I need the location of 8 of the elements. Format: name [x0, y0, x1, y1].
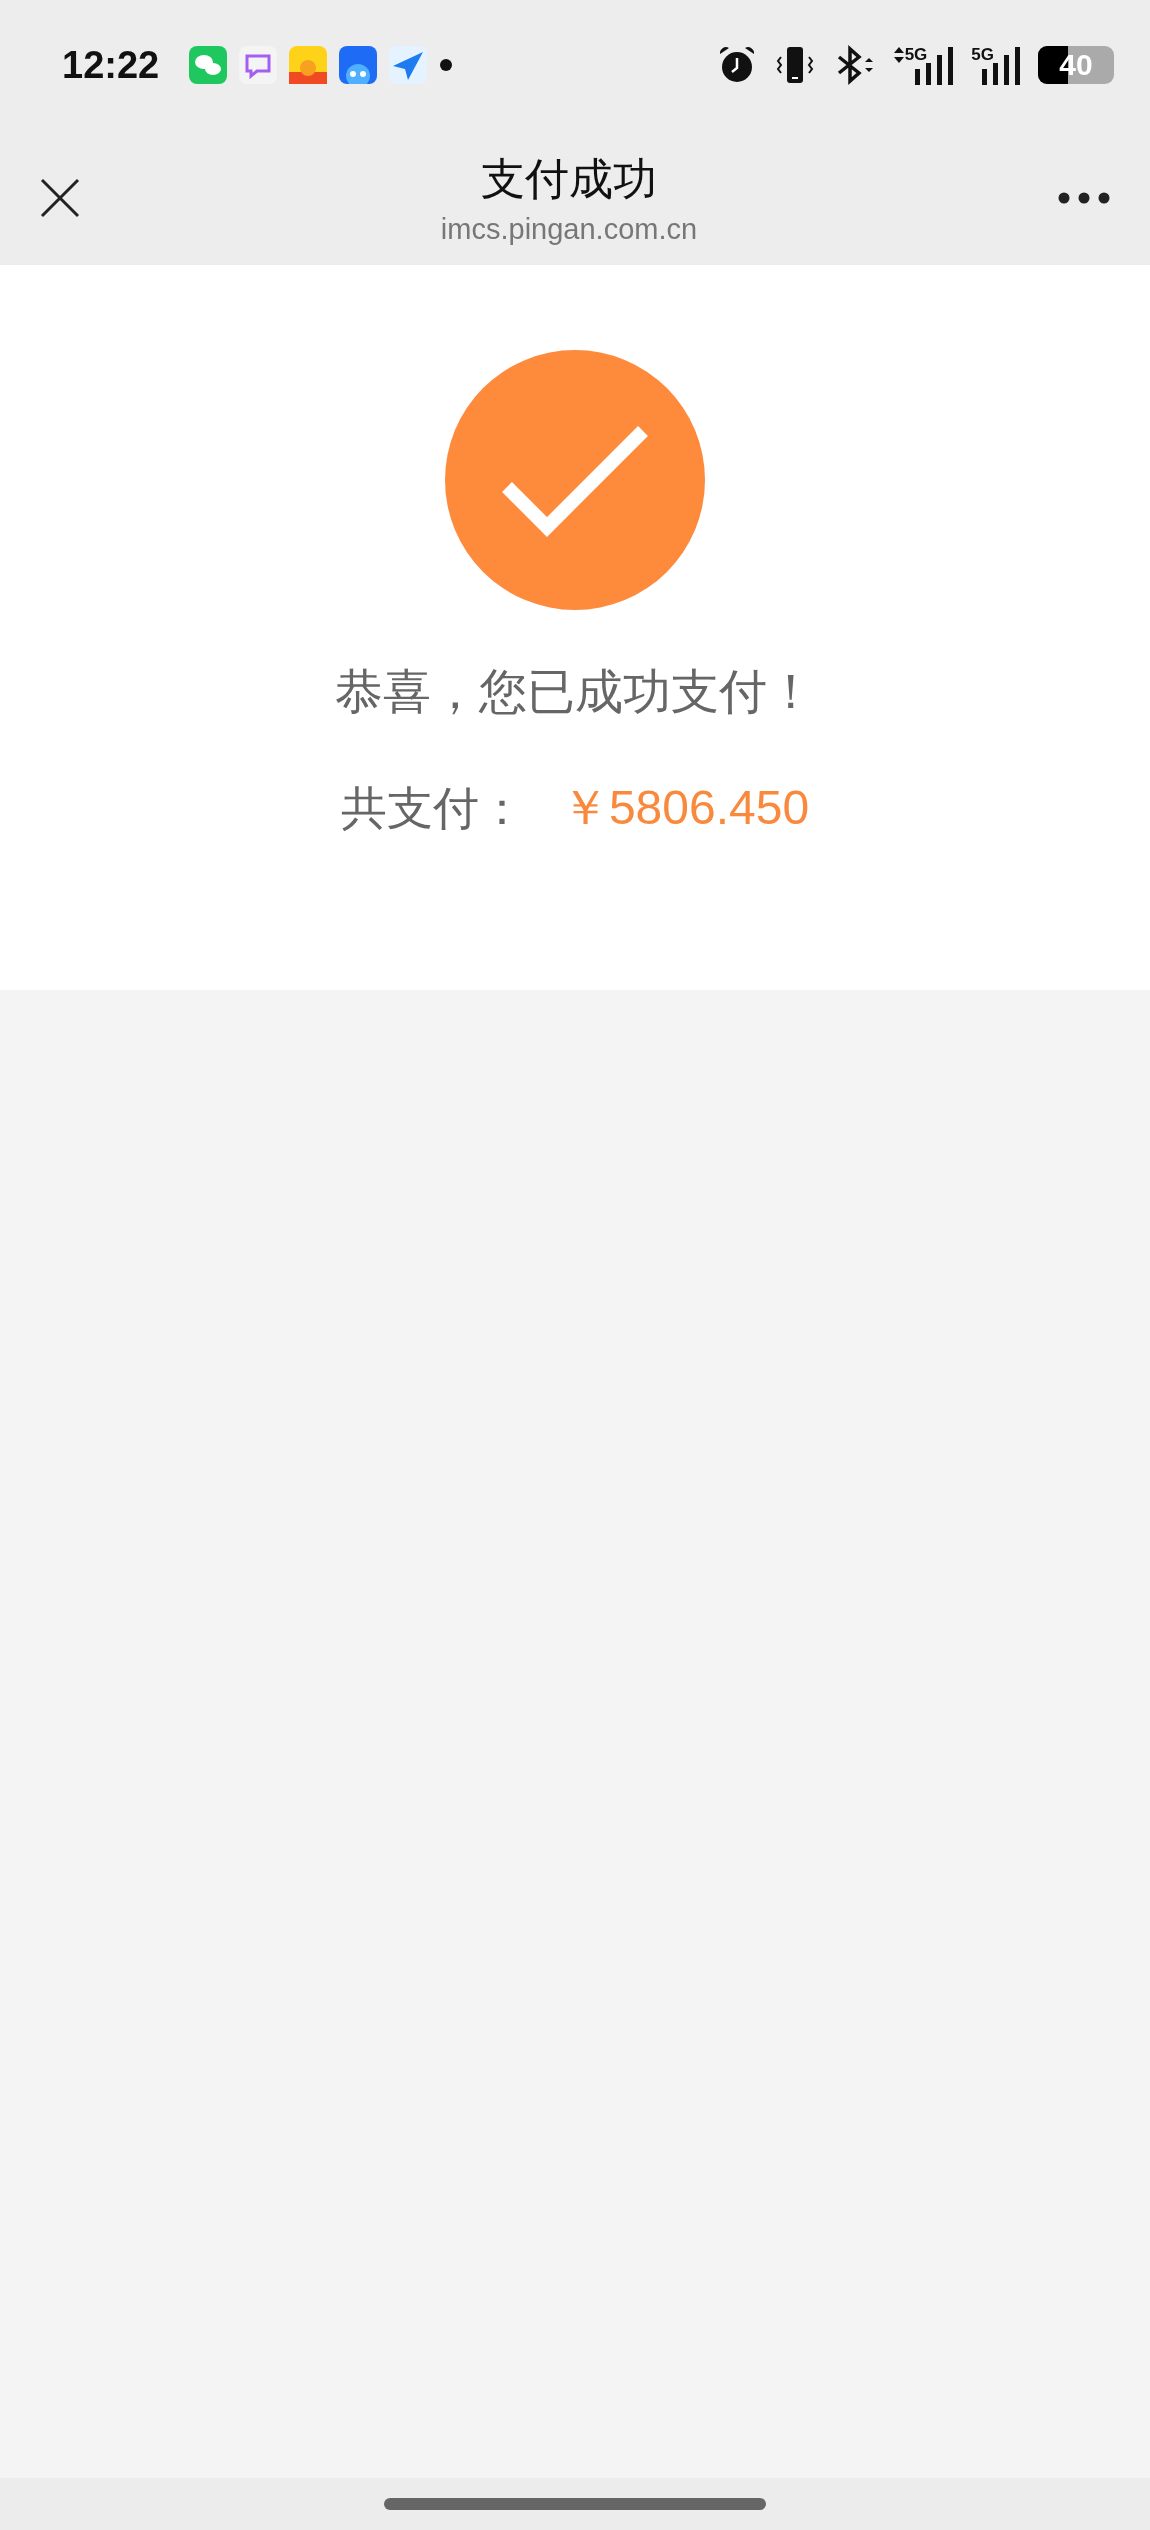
network-type: 5G: [971, 45, 994, 65]
total-label: 共支付：: [340, 780, 525, 837]
total-amount: ￥5806.450: [560, 780, 810, 836]
page-title: 支付成功: [481, 151, 657, 206]
network-type: 5G: [904, 45, 928, 65]
status-time: 12:22: [62, 43, 160, 87]
page-url: imcs.pingan.com.cn: [440, 212, 698, 246]
success-message: 恭喜，您已成功支付！: [335, 662, 815, 721]
